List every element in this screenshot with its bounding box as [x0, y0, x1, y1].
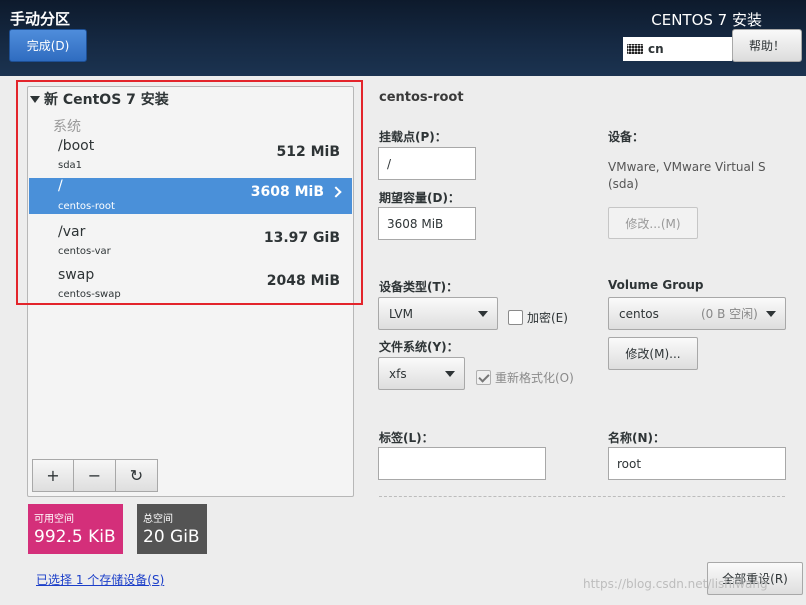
- detail-title: centos-root: [379, 90, 464, 105]
- volume-group-free: (0 B 空闲): [701, 307, 758, 321]
- total-space-label: 总空间: [143, 514, 173, 525]
- page-title: 手动分区: [10, 10, 71, 28]
- modify-device-button[interactable]: 修改...(M): [608, 207, 698, 239]
- keyboard-layout-label: cn: [648, 42, 664, 56]
- watermark-text: https://blog.csdn.net/lishiwang: [583, 577, 768, 591]
- tag-label: 标签(L)：: [379, 431, 434, 445]
- device-type-value: LVM: [389, 306, 413, 321]
- device-value: VMware, VMware Virtual S: [608, 160, 766, 174]
- encrypt-checkbox[interactable]: 加密(E): [508, 309, 568, 326]
- total-space-box: 总空间 20 GiB: [137, 504, 207, 554]
- available-space-label: 可用空间: [34, 514, 74, 525]
- device-type-label: 设备类型(T)：: [379, 280, 459, 294]
- device-type-select[interactable]: LVM: [378, 297, 498, 330]
- available-space-value: 992.5 KiB: [34, 527, 116, 547]
- keyboard-icon: [627, 44, 643, 54]
- encrypt-label: 加密(E): [527, 311, 568, 325]
- reformat-checkbox[interactable]: 重新格式化(O): [476, 369, 574, 386]
- total-space-value: 20 GiB: [143, 527, 200, 547]
- dropdown-arrow-icon: [766, 311, 776, 317]
- filesystem-label: 文件系统(Y)：: [379, 340, 459, 354]
- dropdown-arrow-icon: [445, 371, 455, 377]
- mount-point-input[interactable]: /: [378, 147, 476, 180]
- volume-group-label: Volume Group: [608, 278, 704, 292]
- mount-point-label: 挂载点(P)：: [379, 130, 447, 144]
- product-title: CENTOS 7 安装: [651, 11, 762, 29]
- refresh-button[interactable]: ↻: [116, 459, 158, 492]
- device-label: 设备：: [608, 130, 645, 144]
- volume-group-select[interactable]: centos (0 B 空闲): [608, 297, 786, 330]
- modify-volume-group-button[interactable]: 修改(M)...: [608, 337, 698, 370]
- available-space-box: 可用空间 992.5 KiB: [28, 504, 123, 554]
- capacity-label: 期望容量(D)：: [379, 191, 460, 205]
- name-input[interactable]: root: [608, 447, 786, 480]
- checkbox-checked-icon: [476, 370, 491, 385]
- name-label: 名称(N)：: [608, 431, 666, 445]
- done-button[interactable]: 完成(D): [9, 29, 87, 62]
- filesystem-value: xfs: [389, 366, 407, 381]
- checkbox-icon: [508, 310, 523, 325]
- dropdown-arrow-icon: [478, 311, 488, 317]
- capacity-input[interactable]: 3608 MiB: [378, 207, 476, 240]
- device-value-sda: (sda): [608, 177, 639, 191]
- volume-group-value: centos: [619, 306, 659, 321]
- remove-partition-button[interactable]: −: [74, 459, 116, 492]
- keyboard-layout-indicator[interactable]: cn: [623, 37, 732, 61]
- highlight-box: [16, 80, 363, 305]
- filesystem-select[interactable]: xfs: [378, 357, 465, 390]
- help-button[interactable]: 帮助！: [732, 29, 802, 62]
- tag-input[interactable]: [378, 447, 546, 480]
- reformat-label: 重新格式化(O): [495, 371, 574, 385]
- selected-devices-link[interactable]: 已选择 1 个存储设备(S): [36, 571, 164, 588]
- divider: [379, 496, 785, 497]
- add-partition-button[interactable]: +: [32, 459, 74, 492]
- partition-toolbar: + − ↻: [32, 459, 158, 492]
